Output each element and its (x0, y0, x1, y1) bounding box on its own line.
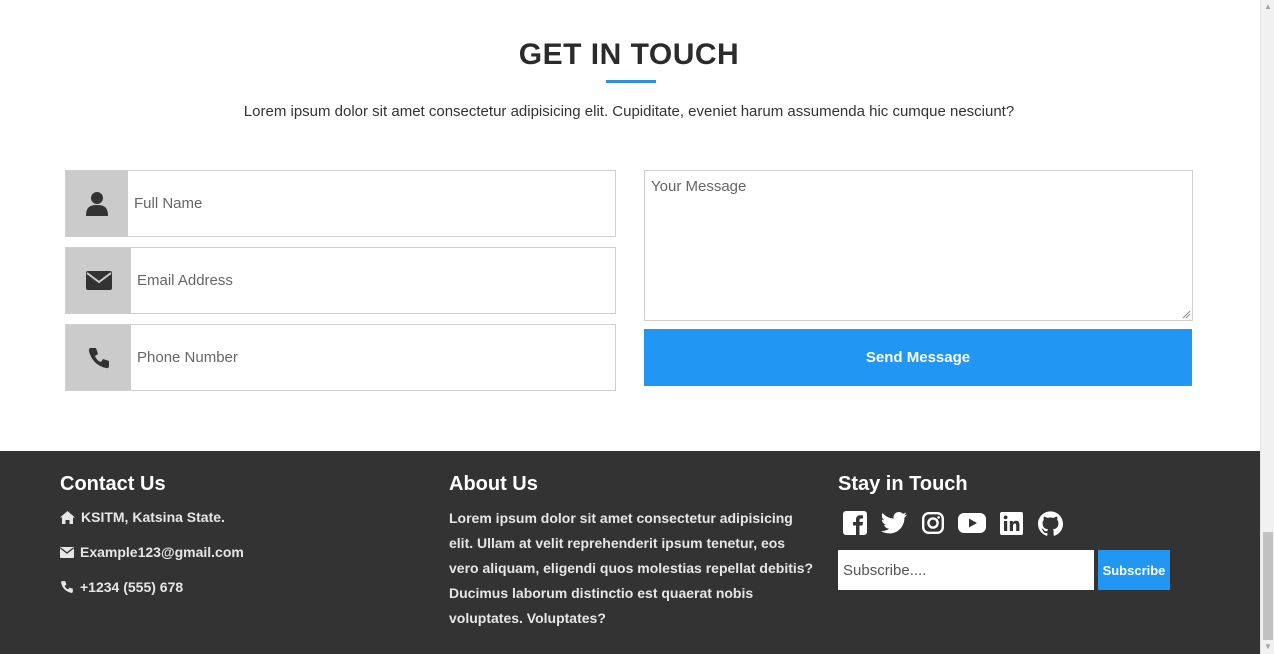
full-name-input[interactable] (128, 171, 615, 236)
subscribe-input[interactable] (838, 550, 1094, 590)
scroll-down-arrow-icon[interactable]: ▼ (1261, 640, 1274, 654)
stay-in-touch-heading: Stay in Touch (838, 473, 968, 495)
instagram-icon[interactable] (919, 509, 947, 537)
subscribe-button[interactable]: Subscribe (1098, 550, 1170, 590)
envelope-icon (60, 546, 74, 558)
email-field (65, 247, 616, 314)
about-us-text: Lorem ipsum dolor sit amet consectetur a… (449, 510, 814, 626)
about-us-heading: About Us (449, 473, 538, 495)
section-description: Lorem ipsum dolor sit amet consectetur a… (243, 103, 1015, 120)
full-name-field (65, 170, 616, 237)
youtube-icon[interactable] (958, 509, 986, 537)
address-text: KSITM, Katsina State. (81, 509, 225, 525)
send-message-button[interactable]: Send Message (644, 329, 1192, 386)
address-line: KSITM, Katsina State. (60, 509, 225, 525)
facebook-icon[interactable] (841, 509, 869, 537)
github-icon[interactable] (1036, 509, 1064, 537)
phone-field (65, 324, 616, 391)
resize-grip-icon[interactable] (1181, 309, 1191, 319)
scroll-up-arrow-icon[interactable]: ▲ (1261, 0, 1274, 14)
message-textarea[interactable] (644, 170, 1193, 321)
phone-text[interactable]: +1234 (555) 678 (80, 579, 183, 595)
envelope-icon (66, 248, 131, 313)
page-scrollbar[interactable]: ▲ ▼ (1260, 0, 1274, 654)
social-links (841, 509, 1064, 537)
page: GET IN TOUCH Lorem ipsum dolor sit amet … (0, 0, 1260, 654)
scrollbar-thumb[interactable] (1263, 532, 1273, 640)
contact-section: GET IN TOUCH Lorem ipsum dolor sit amet … (0, 0, 1260, 451)
phone-icon (66, 325, 131, 390)
email-line: Example123@gmail.com (60, 544, 244, 560)
footer: Contact Us KSITM, Katsina State. Example… (0, 451, 1260, 654)
email-input[interactable] (131, 248, 615, 313)
contact-us-heading: Contact Us (60, 473, 166, 495)
twitter-icon[interactable] (880, 509, 908, 537)
linkedin-icon[interactable] (997, 509, 1025, 537)
user-icon (66, 171, 128, 236)
section-title: GET IN TOUCH (518, 38, 740, 71)
phone-input[interactable] (131, 325, 615, 390)
home-icon (60, 510, 75, 524)
phone-icon (61, 581, 73, 593)
email-text[interactable]: Example123@gmail.com (80, 544, 244, 560)
title-underline (606, 80, 656, 83)
phone-line: +1234 (555) 678 (60, 579, 183, 595)
